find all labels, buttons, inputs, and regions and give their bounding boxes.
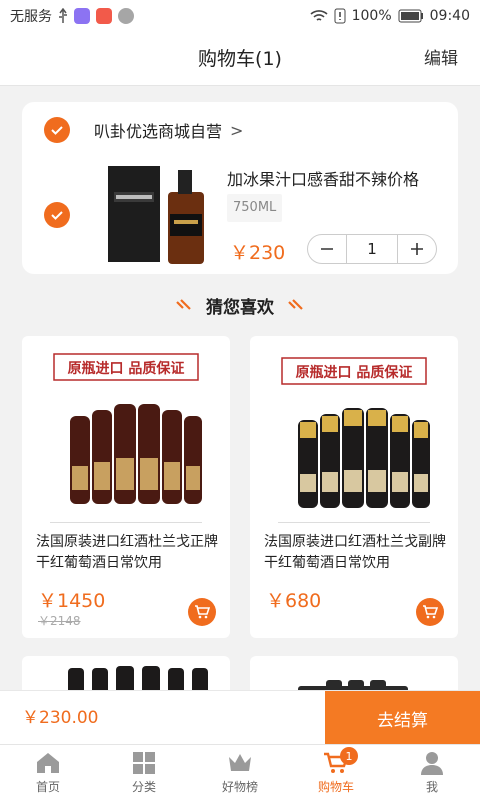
category-icon <box>133 751 155 774</box>
product-original-price: ￥2148 <box>38 614 81 628</box>
tab-label: 我 <box>425 779 438 794</box>
music-notification-icon <box>118 8 134 24</box>
tab-cart[interactable]: 购物车 1 <box>288 745 384 800</box>
product-divider <box>50 522 202 523</box>
cart-count-badge: 1 <box>340 747 358 765</box>
cart-icon <box>423 605 438 619</box>
product-name: 法国原装进口红酒杜兰戈正牌干红葡萄酒日常饮用 <box>36 534 218 571</box>
carrier-text: 无服务 <box>10 9 52 25</box>
product-price: ￥680 <box>266 590 322 612</box>
page-title: 购物车(1) <box>198 48 282 70</box>
battery-percent: 100% <box>351 8 392 24</box>
recommendations-title: 猜您喜欢 <box>206 297 274 318</box>
video-notification-icon <box>96 8 112 24</box>
checkout-button[interactable]: 去结算 <box>325 691 480 745</box>
decrease-button[interactable] <box>308 235 346 263</box>
tab-label: 首页 <box>35 779 60 794</box>
product-name: 法国原装进口红酒杜兰戈副牌干红葡萄酒日常饮用 <box>264 534 446 571</box>
product-divider <box>278 522 430 523</box>
sim-icon <box>334 8 346 24</box>
tab-label: 分类 <box>131 779 156 794</box>
crown-icon <box>229 753 251 771</box>
tab-category[interactable]: 分类 <box>96 745 192 800</box>
heading-decoration-icon <box>288 299 303 310</box>
product-image <box>68 666 208 694</box>
clock: 09:40 <box>429 8 470 24</box>
add-to-cart-button[interactable] <box>416 598 444 626</box>
product-image <box>298 680 408 694</box>
item-price: ￥230 <box>230 242 286 264</box>
product-thumbnail[interactable] <box>104 162 224 268</box>
app-notification-icon <box>74 8 90 24</box>
tab-ranking[interactable]: 好物榜 <box>192 745 288 800</box>
home-icon <box>37 752 59 773</box>
product-card[interactable]: 原瓶进口 品质保证 法国原装进口红酒杜兰戈副牌干红葡萄酒日常饮用 ￥680 <box>250 336 458 638</box>
bottom-tab-bar: 首页 分类 好物榜 购物车 1 我 <box>0 744 480 800</box>
cart-store-card: 叭卦优选商城自营 > 加冰果汁口感香甜不辣价格 750ML ￥230 1 <box>22 102 458 274</box>
store-name: 叭卦优选商城自营 <box>94 122 223 141</box>
product-image: 原瓶进口 品质保证 <box>260 344 448 520</box>
item-select-checkbox[interactable] <box>44 202 70 228</box>
product-banner-text: 原瓶进口 品质保证 <box>296 364 413 381</box>
product-price: ￥1450 <box>38 590 106 612</box>
minus-icon <box>321 248 333 250</box>
nav-bar: 购物车(1) 编辑 <box>0 32 480 86</box>
tab-home[interactable]: 首页 <box>0 745 96 800</box>
store-row[interactable]: 叭卦优选商城自营 > <box>22 102 458 158</box>
wifi-icon <box>310 10 328 21</box>
add-to-cart-button[interactable] <box>188 598 216 626</box>
increase-button[interactable] <box>398 235 436 263</box>
item-name: 加冰果汁口感香甜不辣价格 <box>227 170 420 189</box>
chevron-right-icon: > <box>230 120 244 140</box>
tab-label: 好物榜 <box>221 779 258 794</box>
heading-decoration-icon <box>176 299 191 310</box>
store-select-checkbox[interactable] <box>44 117 70 143</box>
cart-icon <box>195 605 210 619</box>
plus-icon <box>411 243 423 255</box>
battery-icon <box>398 9 423 23</box>
checkout-bar: ￥230.00 去结算 <box>0 690 480 745</box>
tab-me[interactable]: 我 <box>384 745 480 800</box>
cart-total: ￥230.00 <box>22 708 99 728</box>
product-banner-text: 原瓶进口 品质保证 <box>68 360 185 377</box>
recommendations-heading: 猜您喜欢 <box>0 290 480 320</box>
user-icon <box>421 751 443 775</box>
checkmark-icon <box>51 126 63 135</box>
quantity-value[interactable]: 1 <box>346 235 398 263</box>
item-spec: 750ML <box>227 194 283 222</box>
status-bar: 无服务 100% 09:40 <box>0 0 480 32</box>
product-image: 原瓶进口 品质保证 <box>32 344 220 520</box>
quantity-stepper: 1 <box>307 234 437 264</box>
checkmark-icon <box>51 211 63 220</box>
usb-icon <box>59 8 67 23</box>
product-card[interactable]: 原瓶进口 品质保证 法国原装进口红酒杜兰戈正牌干红葡萄酒日常饮用 ￥1450 ￥… <box>22 336 230 638</box>
tab-label: 购物车 <box>317 779 354 794</box>
edit-button[interactable]: 编辑 <box>424 32 458 86</box>
